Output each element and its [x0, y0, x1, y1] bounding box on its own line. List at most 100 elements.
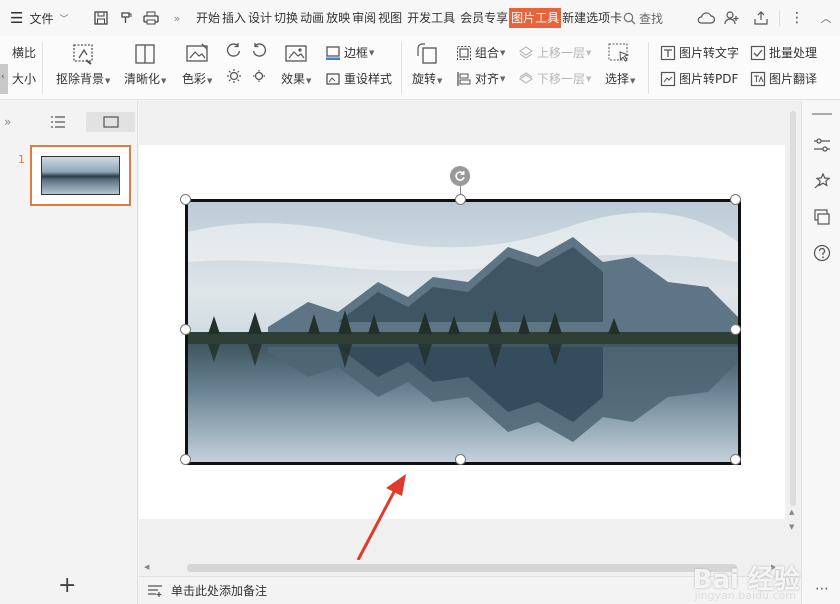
- resize-handle-right[interactable]: [730, 324, 741, 335]
- batch-process-button[interactable]: 批量处理: [750, 44, 817, 61]
- divider: [401, 42, 402, 94]
- tab-transition[interactable]: 切换: [273, 8, 299, 28]
- brightness-up-icon[interactable]: [226, 68, 242, 84]
- ribbon-tabs: 开始 插入 设计 切换 动画 放映 审阅 视图 开发工具 会员专享 图片工具 新…: [195, 0, 623, 36]
- resize-handle-top[interactable]: [455, 194, 466, 205]
- outline-view-icon[interactable]: [50, 115, 66, 132]
- remove-background-button[interactable]: 抠除背景▼: [56, 42, 110, 87]
- horizontal-scrollbar[interactable]: ◀ ▶: [139, 560, 786, 576]
- tab-design[interactable]: 设计: [247, 8, 273, 28]
- print-icon[interactable]: [140, 7, 162, 29]
- send-backward-label: 下移一层: [537, 72, 586, 86]
- align-label: 对齐: [475, 72, 500, 86]
- group-button[interactable]: 组合 ▼: [456, 44, 505, 61]
- user-add-icon[interactable]: [721, 7, 743, 29]
- remove-background-label: 抠除背景: [56, 72, 105, 86]
- group-icon: [457, 45, 471, 60]
- menu-bar: ☰ 文件 ﹀ » 开始 插入 设计 切换 动画 放映 审阅 视图 开发工具 会员…: [0, 0, 840, 36]
- ribbon-scroll-left[interactable]: ‹: [0, 64, 8, 94]
- slide[interactable]: [139, 145, 785, 519]
- properties-icon[interactable]: [812, 135, 832, 155]
- rotate-right-icon[interactable]: [251, 42, 267, 58]
- more-horizontal-icon[interactable]: ⋯: [812, 579, 832, 599]
- image-color-icon: [186, 43, 208, 62]
- rotate-label: 旋转: [412, 72, 437, 86]
- border-icon: [326, 45, 340, 60]
- border-label: 边框: [344, 46, 369, 60]
- resize-handle-bottom-right[interactable]: [730, 454, 741, 465]
- tab-picture-tools[interactable]: 图片工具: [509, 8, 562, 28]
- sidebar-grip: [812, 113, 832, 115]
- rotate-button[interactable]: 旋转▼: [412, 42, 442, 87]
- reset-style-button[interactable]: 重设样式: [325, 70, 392, 87]
- sharpen-icon: [135, 44, 155, 64]
- add-slide-icon[interactable]: +: [58, 575, 76, 597]
- resize-handle-top-left[interactable]: [180, 194, 191, 205]
- file-menu[interactable]: ☰ 文件 ﹀: [10, 0, 68, 36]
- picture-to-pdf-button[interactable]: 图片转PDF: [660, 70, 738, 87]
- tab-slideshow[interactable]: 放映: [325, 8, 351, 28]
- sharpen-button[interactable]: 清晰化▼: [124, 42, 166, 87]
- selected-picture[interactable]: [185, 199, 741, 465]
- cloud-sync-icon[interactable]: [695, 7, 717, 29]
- baidu-watermark-url: jingyan.baidu.com: [694, 589, 796, 602]
- more-vertical-icon[interactable]: ⋮: [786, 7, 808, 29]
- vertical-scroll-thumb[interactable]: [790, 111, 796, 506]
- slide-transition-icon[interactable]: [812, 207, 832, 227]
- crop-ratio-button[interactable]: 横比: [12, 44, 36, 61]
- search-box[interactable]: 查找: [623, 0, 663, 36]
- bring-forward-button[interactable]: 上移一层 ▼: [518, 44, 591, 61]
- tab-animation[interactable]: 动画: [299, 8, 325, 28]
- picture-translate-icon: [750, 71, 766, 86]
- color-button[interactable]: 色彩▼: [182, 42, 212, 87]
- tab-home[interactable]: 开始: [195, 8, 221, 28]
- align-button[interactable]: 对齐 ▼: [456, 70, 505, 87]
- vertical-scrollbar[interactable]: ▲ ▼: [786, 101, 800, 576]
- format-painter-icon[interactable]: [115, 7, 137, 29]
- chevron-down-icon: ﹀: [59, 14, 69, 25]
- scroll-left-icon[interactable]: ◀: [144, 563, 149, 571]
- tab-developer[interactable]: 开发工具: [406, 8, 456, 28]
- magic-star-icon[interactable]: [812, 171, 832, 191]
- rotate-left-icon[interactable]: [226, 42, 242, 58]
- batch-process-icon: [750, 45, 766, 60]
- brightness-down-icon[interactable]: [251, 68, 267, 84]
- picture-translate-button[interactable]: 图片翻译: [750, 70, 817, 87]
- rotate-handle-icon[interactable]: [450, 166, 470, 186]
- more-quick-access-icon[interactable]: »: [166, 7, 188, 29]
- resize-handle-left[interactable]: [180, 324, 191, 335]
- slide-thumbnail[interactable]: [30, 145, 131, 206]
- bring-forward-icon: [518, 45, 534, 59]
- resize-handle-bottom-left[interactable]: [180, 454, 191, 465]
- slide-view-tab[interactable]: [86, 112, 135, 132]
- picture-to-text-button[interactable]: 图片转文字: [660, 44, 739, 61]
- resize-handle-bottom[interactable]: [455, 454, 466, 465]
- border-button[interactable]: 边框 ▼: [325, 44, 374, 61]
- share-icon[interactable]: [750, 7, 772, 29]
- horizontal-scroll-thumb[interactable]: [187, 564, 737, 572]
- help-icon[interactable]: [812, 243, 832, 263]
- ribbon-toolbar: ‹ 横比 大小 抠除背景▼ 清晰化▼ 色彩▼ 效果▼ 边框 ▼ 重设样式 旋转▼…: [0, 36, 840, 100]
- effects-button[interactable]: 效果▼: [281, 42, 311, 87]
- picture-to-text-label: 图片转文字: [679, 46, 740, 60]
- tab-insert[interactable]: 插入: [221, 8, 247, 28]
- select-button[interactable]: 选择▼: [605, 42, 635, 87]
- picture-to-text-icon: [660, 45, 676, 60]
- collapse-panel-icon[interactable]: »: [4, 115, 11, 129]
- scroll-down-icon[interactable]: ▼: [789, 523, 794, 531]
- save-icon[interactable]: [90, 7, 112, 29]
- resize-handle-top-right[interactable]: [730, 194, 741, 205]
- size-button[interactable]: 大小: [12, 70, 36, 87]
- picture-translate-label: 图片翻译: [769, 72, 818, 86]
- tab-review[interactable]: 审阅: [351, 8, 377, 28]
- tab-member[interactable]: 会员专享: [459, 8, 509, 28]
- chevron-up-icon[interactable]: ︿: [815, 7, 837, 29]
- remove-background-icon: [73, 44, 93, 65]
- slide-number: 1: [18, 153, 25, 166]
- slide-canvas: [139, 101, 801, 576]
- scroll-up-icon[interactable]: ▲: [789, 508, 794, 516]
- group-label: 组合: [475, 46, 500, 60]
- tab-new-tab[interactable]: 新建选项卡: [561, 8, 623, 28]
- send-backward-button[interactable]: 下移一层 ▼: [518, 70, 591, 87]
- tab-view[interactable]: 视图: [377, 8, 403, 28]
